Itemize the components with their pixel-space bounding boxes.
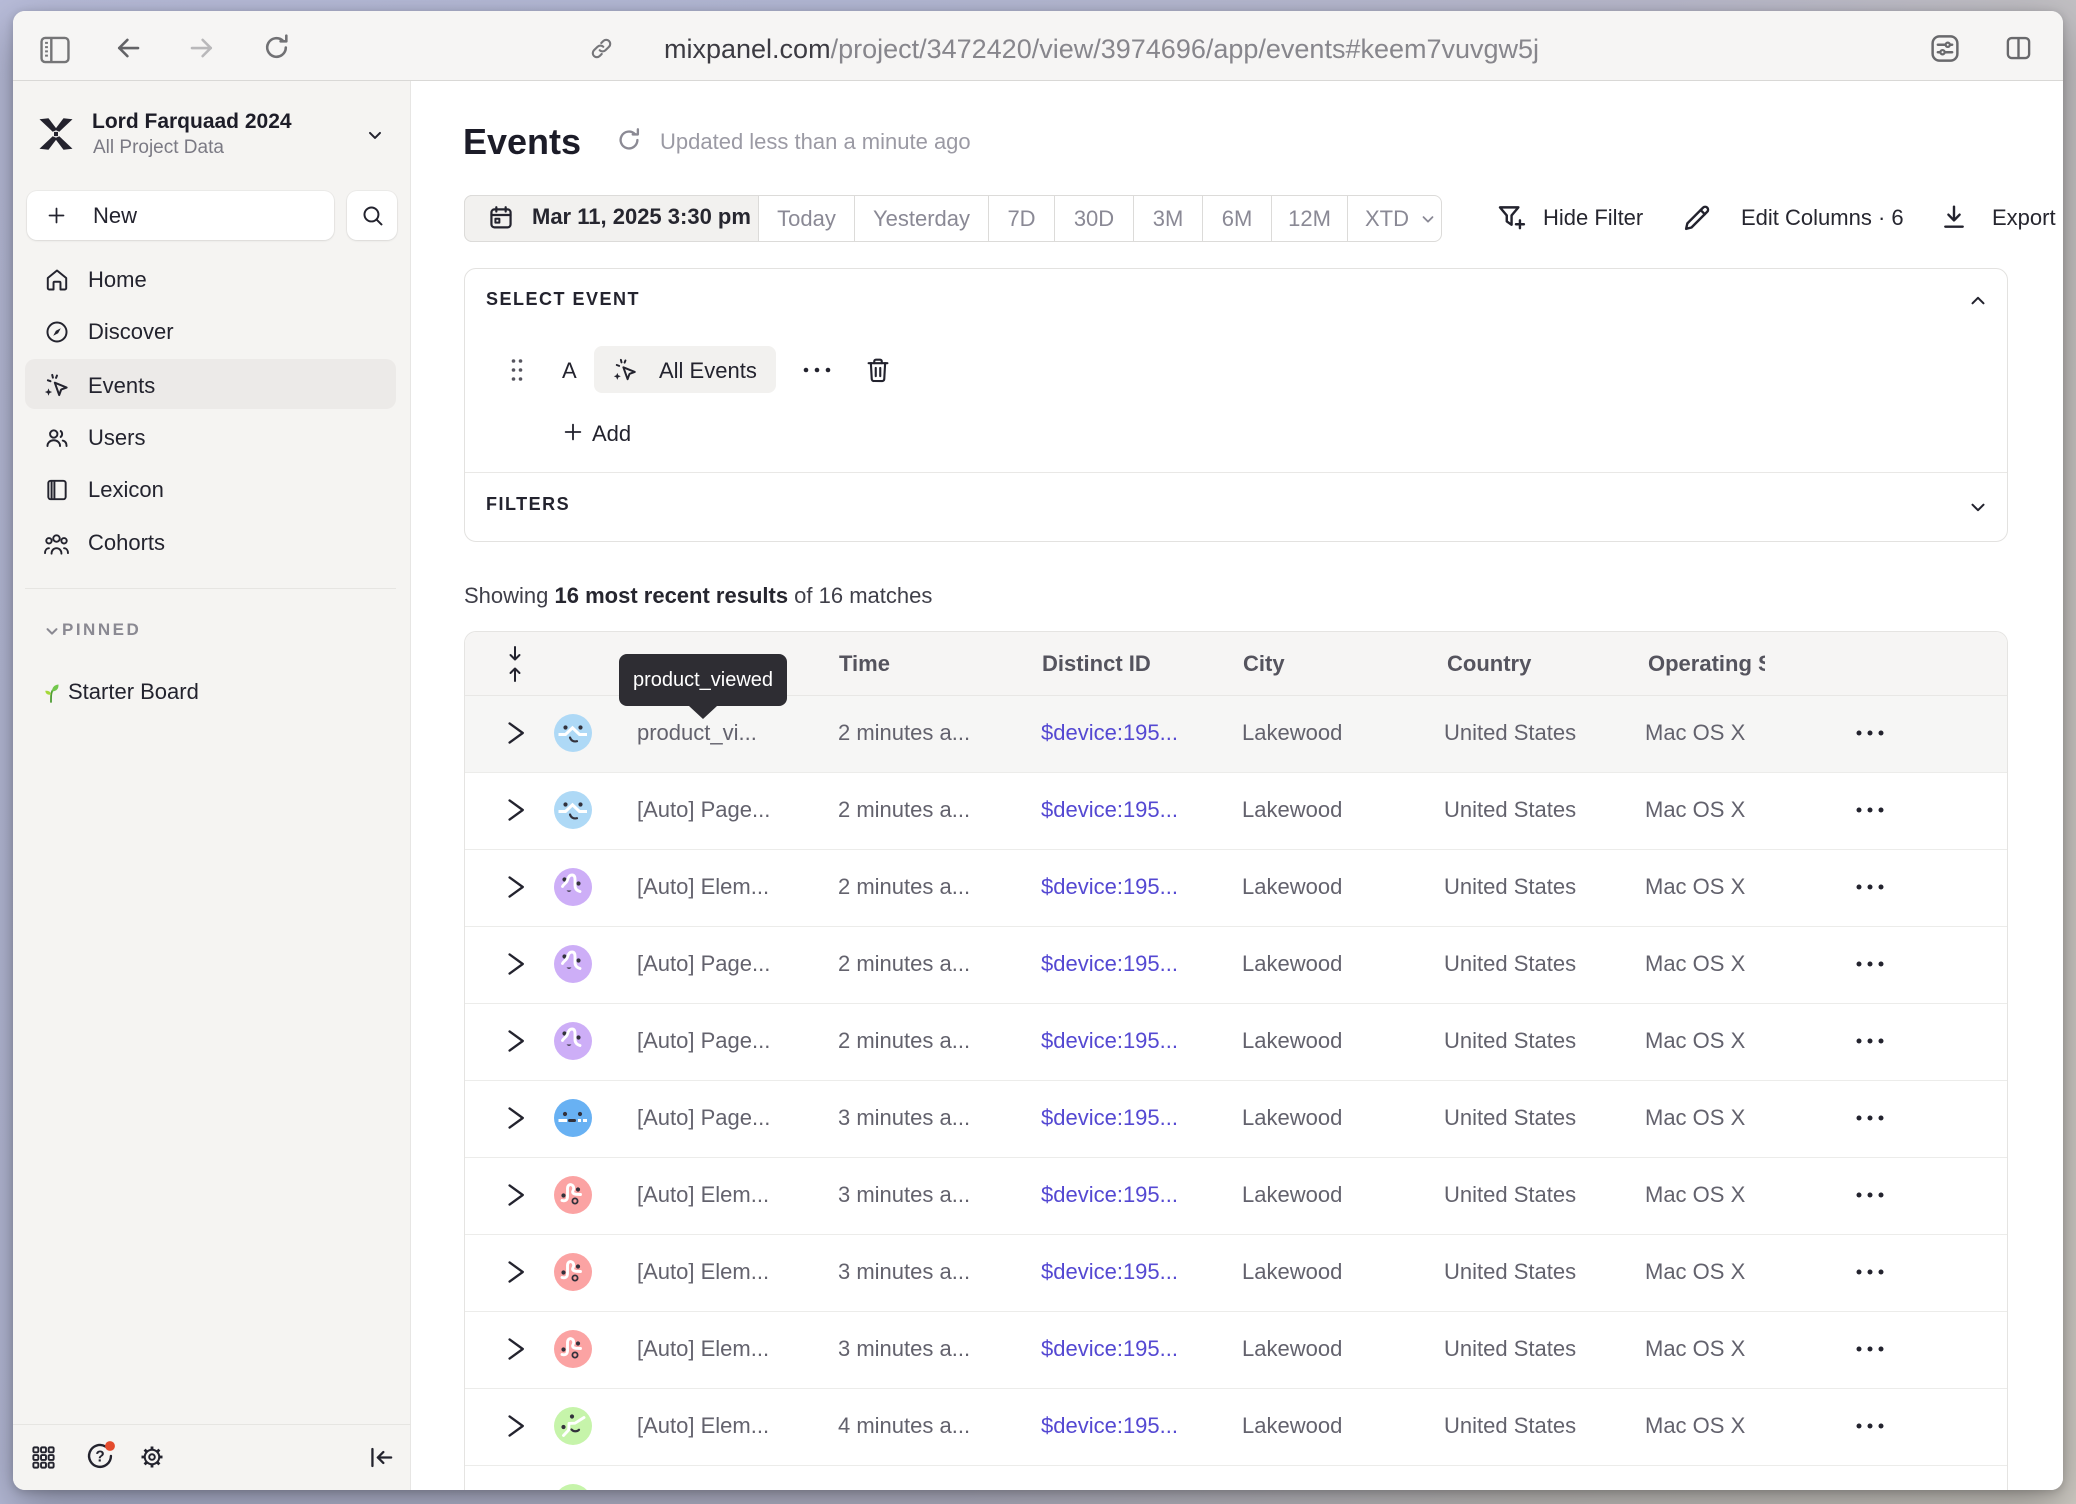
svg-text:?: ?	[95, 1448, 104, 1465]
